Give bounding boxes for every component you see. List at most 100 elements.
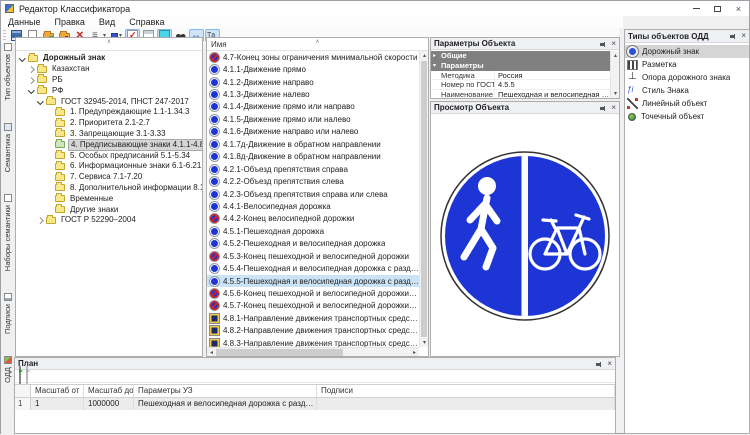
- side-tab-2[interactable]: Семантика: [3, 123, 12, 172]
- list-item[interactable]: 4.5.2-Пешеходная и велосипедная дорожка: [207, 238, 419, 250]
- expand-icon[interactable]: ▸: [433, 52, 441, 60]
- param-row[interactable]: МетодикаРоссия: [431, 71, 610, 81]
- scroll-right-icon[interactable]: ▸: [410, 348, 419, 357]
- object-type-item[interactable]: Опора дорожного знака: [625, 71, 749, 84]
- insert-row-button[interactable]: [19, 367, 21, 385]
- scrollbar-thumb[interactable]: [216, 349, 343, 356]
- list-item[interactable]: 4.1.7д-Движение в обратном направлении: [207, 138, 419, 150]
- list-item[interactable]: 4.5.4-Пешеходная и велосипедная дорожка …: [207, 262, 419, 274]
- tree-item[interactable]: РФ: [16, 85, 202, 96]
- panel-close-button[interactable]: ×: [607, 360, 612, 368]
- delete-row-button[interactable]: [26, 367, 28, 385]
- menu-item-2[interactable]: Правка: [48, 16, 92, 28]
- list-item[interactable]: 4.4.2-Конец велосипедной дорожки: [207, 213, 419, 225]
- list-item[interactable]: 4.2.2-Объезд препятствия слева: [207, 175, 419, 187]
- plan-column-header[interactable]: Подписи: [317, 385, 615, 397]
- param-value[interactable]: 4.5.5: [495, 80, 610, 89]
- tree-column-header[interactable]: ∧: [16, 38, 202, 51]
- list-vertical-scrollbar[interactable]: ▴ ▾: [419, 51, 428, 347]
- expander-right-icon[interactable]: [27, 65, 36, 74]
- pin-icon[interactable]: [599, 40, 607, 48]
- list-item[interactable]: 4.8.3-Направление движения транспортных …: [207, 337, 419, 347]
- list-item[interactable]: 4.1.2-Движение направо: [207, 76, 419, 88]
- object-type-item[interactable]: Дорожный знак: [625, 45, 749, 58]
- list-item[interactable]: 4.1.3-Движение налево: [207, 88, 419, 100]
- tree-item[interactable]: Дорожный знак: [16, 53, 202, 64]
- minimize-button[interactable]: [686, 1, 707, 16]
- plan-table-row[interactable]: 111000000Пешеходная и велосипедная дорож…: [15, 398, 615, 410]
- menu-item-4[interactable]: Справка: [122, 16, 171, 28]
- menu-item-1[interactable]: Данные: [1, 16, 48, 28]
- param-group-1[interactable]: ▸Общие: [431, 51, 610, 61]
- panel-close-button[interactable]: ×: [611, 40, 616, 48]
- tree-item[interactable]: РБ: [16, 75, 202, 86]
- scroll-up-icon[interactable]: ▴: [611, 51, 620, 60]
- tree-item[interactable]: Казахстан: [16, 64, 202, 75]
- list-item[interactable]: 4.5.7-Конец пешеходной и велосипедной до…: [207, 300, 419, 312]
- tree-item[interactable]: 3. Запрещающие 3.1-3.33: [16, 129, 202, 140]
- list-item[interactable]: 4.7-Конец зоны ограничения минимальной с…: [207, 51, 419, 63]
- param-value[interactable]: Пешеходная и велосипедная дорожка с разд…: [495, 90, 610, 98]
- list-item[interactable]: 4.1.8д-Движение в обратном направлении: [207, 151, 419, 163]
- expander-right-icon[interactable]: [27, 75, 36, 84]
- tree-item[interactable]: 1. Предупреждающие 1.1-1.34.3: [16, 107, 202, 118]
- plan-cell[interactable]: 1: [31, 398, 84, 410]
- object-type-item[interactable]: Разметка: [625, 58, 749, 71]
- plan-cell[interactable]: Пешеходная и велосипедная дорожка с разд…: [134, 398, 317, 410]
- tree-item[interactable]: Другие знаки: [16, 204, 202, 215]
- object-type-item[interactable]: Точечный объект: [625, 110, 749, 123]
- expander-down-icon[interactable]: [18, 54, 27, 63]
- tree-item[interactable]: 6. Информационные знаки 6.1-6.21.2: [16, 161, 202, 172]
- plan-column-header[interactable]: Масштаб от: [31, 385, 84, 397]
- scroll-down-icon[interactable]: ▾: [420, 338, 429, 347]
- menu-item-3[interactable]: Вид: [92, 16, 122, 28]
- side-tab-4[interactable]: Подписи: [3, 293, 12, 334]
- list-item[interactable]: 4.8.2-Направление движения транспортных …: [207, 325, 419, 337]
- collapse-icon[interactable]: ▾: [433, 62, 441, 70]
- list-item[interactable]: 4.1.4-Движение прямо или направо: [207, 101, 419, 113]
- expander-down-icon[interactable]: [36, 97, 45, 106]
- list-item[interactable]: 4.1.5-Движение прямо или налево: [207, 113, 419, 125]
- list-item[interactable]: 4.5.6-Конец пешеходной и велосипедной до…: [207, 287, 419, 299]
- list-item[interactable]: 4.1.6-Движение направо или налево: [207, 126, 419, 138]
- list-horizontal-scrollbar[interactable]: ◂ ▸: [207, 347, 419, 356]
- param-row[interactable]: Номер по ГОСТ4.5.5: [431, 80, 610, 90]
- tree-item[interactable]: 5. Особых предписаний 5.1-5.34: [16, 150, 202, 161]
- list-item[interactable]: 4.2.3-Объезд препятствия справа или слев…: [207, 188, 419, 200]
- pin-icon[interactable]: [595, 360, 603, 368]
- pin-icon[interactable]: [729, 32, 737, 40]
- expander-down-icon[interactable]: [27, 86, 36, 95]
- object-type-item[interactable]: Линейный объект: [625, 97, 749, 110]
- side-tab-1[interactable]: Тип объектов: [3, 43, 12, 101]
- list-item[interactable]: 4.2.1-Объезд препятствия справа: [207, 163, 419, 175]
- tree-item[interactable]: 7. Сервиса 7.1-7.20: [16, 172, 202, 183]
- tree-item[interactable]: 2. Приоритета 2.1-2.7: [16, 118, 202, 129]
- param-row[interactable]: НаименованиеПешеходная и велосипедная до…: [431, 90, 610, 98]
- pin-icon[interactable]: [599, 104, 607, 112]
- plan-cell[interactable]: 1000000: [84, 398, 134, 410]
- list-item[interactable]: 4.5.3-Конец пешеходной и велосипедной до…: [207, 250, 419, 262]
- panel-close-button[interactable]: ×: [611, 104, 616, 112]
- tree-item[interactable]: ГОСТ Р 52290–2004: [16, 215, 202, 226]
- tree-item[interactable]: 8. Дополнительной информации 8.1.1-8.24: [16, 183, 202, 194]
- scroll-up-icon[interactable]: ▴: [420, 51, 429, 60]
- side-tab-3[interactable]: Наборы семантики: [3, 194, 12, 271]
- plan-column-header[interactable]: Параметры УЗ: [134, 385, 317, 397]
- scroll-down-icon[interactable]: ▾: [611, 89, 620, 98]
- list-item[interactable]: 4.5.1-Пешеходная дорожка: [207, 225, 419, 237]
- param-group-2[interactable]: ▾Параметры: [431, 61, 610, 71]
- expander-right-icon[interactable]: [36, 216, 45, 225]
- side-tab-5[interactable]: ОДД: [3, 356, 12, 383]
- list-item[interactable]: 4.8.1-Направление движения транспортных …: [207, 312, 419, 324]
- tree-item[interactable]: ГОСТ 32945-2014, ПНСТ 247-2017: [16, 96, 202, 107]
- list-item[interactable]: 4.4.1-Велосипедная дорожка: [207, 200, 419, 212]
- close-button[interactable]: ×: [728, 1, 749, 16]
- param-value[interactable]: Россия: [495, 71, 610, 80]
- list-column-header[interactable]: Имя ∧: [207, 38, 428, 51]
- scroll-left-icon[interactable]: ◂: [207, 348, 216, 357]
- list-item[interactable]: 4.5.5-Пешеходная и велосипедная дорожка …: [207, 275, 419, 287]
- scrollbar-thumb[interactable]: [421, 61, 427, 337]
- plan-cell[interactable]: [317, 398, 615, 410]
- tree-item[interactable]: Временные: [16, 193, 202, 204]
- object-type-item[interactable]: Стиль Знака: [625, 84, 749, 97]
